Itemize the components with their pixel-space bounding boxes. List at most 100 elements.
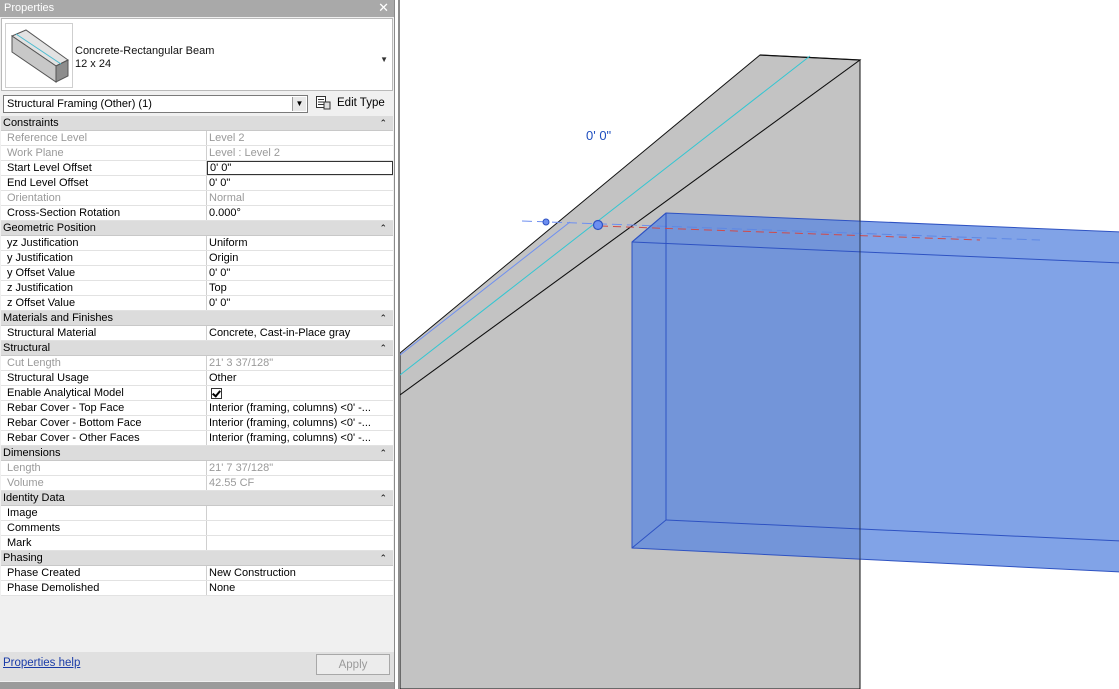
3d-viewport[interactable]: 0' 0" (398, 0, 1119, 689)
property-name: yz Justification (1, 236, 207, 250)
properties-grid: Constraints ⌃ Reference Level Level 2 Work P… (1, 116, 393, 596)
property-name: y Offset Value (1, 266, 207, 280)
property-row[interactable]: y Offset Value 0' 0" (1, 266, 393, 281)
property-value[interactable]: Interior (framing, columns) <0' -... (207, 401, 393, 415)
type-family-name: Concrete-Rectangular Beam (75, 45, 215, 57)
property-row[interactable]: End Level Offset 0' 0" (1, 176, 393, 191)
group-header[interactable]: Geometric Position ⌃ (1, 221, 393, 236)
property-row[interactable]: Image (1, 506, 393, 521)
property-row[interactable]: Phase Demolished None (1, 581, 393, 596)
property-name: End Level Offset (1, 176, 207, 190)
collapse-icon[interactable]: ⌃ (379, 116, 387, 131)
enable-analytical-model-checkbox[interactable] (211, 388, 222, 399)
element-filter-dropdown[interactable]: Structural Framing (Other) (1) ▼ (3, 95, 308, 113)
element-filter-value: Structural Framing (Other) (1) (7, 98, 152, 110)
property-name: z Offset Value (1, 296, 207, 310)
property-value[interactable]: Other (207, 371, 393, 385)
temporary-dimension-label[interactable]: 0' 0" (586, 128, 611, 143)
property-row[interactable]: Enable Analytical Model (1, 386, 393, 401)
group-header[interactable]: Structural ⌃ (1, 341, 393, 356)
property-row[interactable]: Rebar Cover - Other Faces Interior (frami… (1, 431, 393, 446)
group-header[interactable]: Constraints ⌃ (1, 116, 393, 131)
properties-title: Properties (4, 2, 55, 14)
property-value[interactable]: Interior (framing, columns) <0' -... (207, 416, 393, 430)
edit-type-icon (316, 96, 331, 110)
property-row[interactable]: z Offset Value 0' 0" (1, 296, 393, 311)
property-row[interactable]: Work Plane Level : Level 2 (1, 146, 393, 161)
group-header[interactable]: Materials and Finishes ⌃ (1, 311, 393, 326)
property-row[interactable]: Rebar Cover - Bottom Face Interior (frami… (1, 416, 393, 431)
property-value[interactable] (207, 521, 393, 535)
property-value[interactable]: Concrete, Cast-in-Place gray (207, 326, 393, 340)
property-value[interactable]: 0' 0" (207, 296, 393, 310)
property-row[interactable]: Phase Created New Construction (1, 566, 393, 581)
property-name: Phase Demolished (1, 581, 207, 595)
edit-type-label: Edit Type (337, 97, 385, 109)
property-row[interactable]: Rebar Cover - Top Face Interior (framing,… (1, 401, 393, 416)
property-value[interactable]: Top (207, 281, 393, 295)
collapse-icon[interactable]: ⌃ (379, 551, 387, 566)
collapse-icon[interactable]: ⌃ (379, 311, 387, 326)
property-row[interactable]: Structural Material Concrete, Cast-in-Pla… (1, 326, 393, 341)
property-name: Start Level Offset (1, 161, 207, 175)
property-row[interactable]: yz Justification Uniform (1, 236, 393, 251)
property-name: y Justification (1, 251, 207, 265)
property-row[interactable]: Structural Usage Other (1, 371, 393, 386)
property-value: 21' 3 37/128" (209, 357, 274, 369)
property-value[interactable]: Interior (framing, columns) <0' -... (207, 431, 393, 445)
property-row[interactable]: Volume 42.55 CF (1, 476, 393, 491)
property-name: z Justification (1, 281, 207, 295)
group-title: Phasing (3, 552, 43, 564)
edit-type-button[interactable]: Edit Type (314, 94, 393, 114)
property-value[interactable]: Origin (207, 251, 393, 265)
type-selector[interactable]: Concrete-Rectangular Beam 12 x 24 ▼ (1, 18, 393, 91)
property-value[interactable] (207, 536, 393, 550)
property-value[interactable]: None (207, 581, 393, 595)
property-row[interactable]: Start Level Offset 0' 0" (1, 161, 393, 176)
collapse-icon[interactable]: ⌃ (379, 446, 387, 461)
property-name: Comments (1, 521, 207, 535)
properties-title-bar[interactable]: Properties ✕ (0, 0, 394, 17)
beam-end-grip (592, 219, 604, 231)
property-row[interactable]: Reference Level Level 2 (1, 131, 393, 146)
property-name: Image (1, 506, 207, 520)
property-row[interactable]: Mark (1, 536, 393, 551)
properties-help-link[interactable]: Properties help (3, 657, 80, 669)
property-name: Enable Analytical Model (1, 386, 207, 400)
model-view[interactable] (400, 0, 1119, 689)
chevron-down-icon[interactable]: ▼ (292, 97, 306, 111)
collapse-icon[interactable]: ⌃ (379, 491, 387, 506)
property-row[interactable]: Orientation Normal (1, 191, 393, 206)
property-row[interactable]: Comments (1, 521, 393, 536)
property-row[interactable]: y Justification Origin (1, 251, 393, 266)
close-icon[interactable]: ✕ (378, 0, 389, 16)
properties-panel: Properties ✕ Concrete-Rectangular Beam 1… (0, 0, 395, 689)
property-value-input[interactable]: 0' 0" (207, 161, 393, 175)
property-name: Volume (1, 476, 207, 490)
property-name: Reference Level (1, 131, 207, 145)
property-value[interactable]: Uniform (207, 236, 393, 250)
property-row[interactable]: z Justification Top (1, 281, 393, 296)
chevron-down-icon[interactable]: ▼ (380, 55, 388, 64)
property-checkbox-cell[interactable] (207, 386, 393, 400)
group-title: Dimensions (3, 447, 61, 459)
property-value: Level : Level 2 (209, 147, 280, 159)
property-value[interactable]: 0.000° (207, 206, 393, 220)
property-value[interactable]: 0' 0" (207, 266, 393, 280)
property-name: Phase Created (1, 566, 207, 580)
property-row[interactable]: Cut Length 21' 3 37/128" (1, 356, 393, 371)
property-row[interactable]: Length 21' 7 37/128" (1, 461, 393, 476)
property-value[interactable]: 0' 0" (207, 176, 393, 190)
panel-bottom-edge (0, 682, 394, 689)
group-header[interactable]: Dimensions ⌃ (1, 446, 393, 461)
beam-thumbnail-icon (5, 23, 73, 88)
collapse-icon[interactable]: ⌃ (379, 341, 387, 356)
property-row[interactable]: Cross-Section Rotation 0.000° (1, 206, 393, 221)
property-name: Work Plane (1, 146, 207, 160)
property-value[interactable] (207, 506, 393, 520)
group-header[interactable]: Identity Data ⌃ (1, 491, 393, 506)
group-header[interactable]: Phasing ⌃ (1, 551, 393, 566)
collapse-icon[interactable]: ⌃ (379, 221, 387, 236)
apply-button[interactable]: Apply (316, 654, 390, 675)
property-value[interactable]: New Construction (207, 566, 393, 580)
